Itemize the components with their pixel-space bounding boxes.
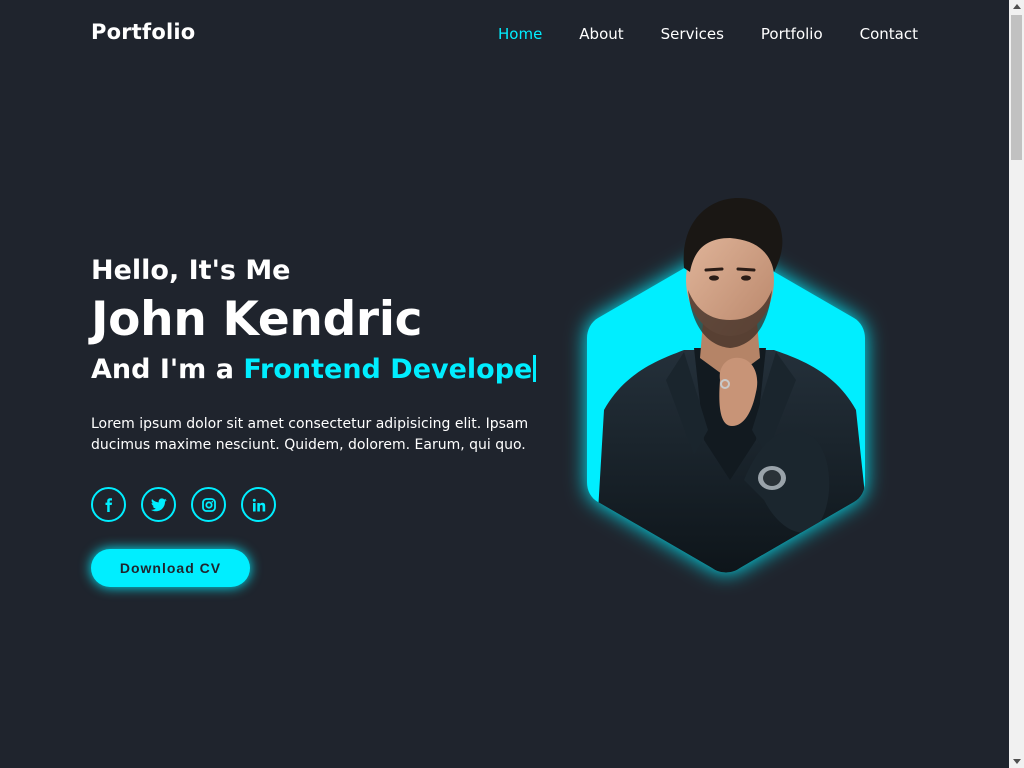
page-scrollbar[interactable] bbox=[1009, 0, 1024, 768]
typing-caret bbox=[533, 355, 537, 382]
hero-role-prefix: And I'm a bbox=[91, 354, 244, 385]
main-nav: Home About Services Portfolio Contact bbox=[461, 25, 918, 43]
nav-link-home[interactable]: Home bbox=[498, 25, 542, 43]
facebook-link[interactable] bbox=[91, 487, 126, 522]
instagram-link[interactable] bbox=[191, 487, 226, 522]
hero-greeting: Hello, It's Me bbox=[91, 255, 291, 286]
scroll-up-arrow-icon[interactable] bbox=[1013, 4, 1021, 9]
linkedin-icon bbox=[252, 498, 265, 511]
hexagon-portrait-graphic bbox=[587, 198, 865, 573]
nav-link-contact[interactable]: Contact bbox=[860, 25, 918, 43]
hero-role-typed: Frontend Develope bbox=[243, 354, 533, 385]
linkedin-link[interactable] bbox=[241, 487, 276, 522]
instagram-icon bbox=[201, 497, 216, 512]
nav-link-services[interactable]: Services bbox=[661, 25, 724, 43]
download-cv-button[interactable]: Download CV bbox=[91, 549, 250, 587]
scroll-down-arrow-icon[interactable] bbox=[1013, 759, 1021, 764]
hero-portrait bbox=[560, 180, 920, 610]
nav-link-portfolio[interactable]: Portfolio bbox=[761, 25, 823, 43]
twitter-link[interactable] bbox=[141, 487, 176, 522]
hero-description: Lorem ipsum dolor sit amet consectetur a… bbox=[91, 416, 529, 453]
twitter-icon bbox=[150, 497, 167, 511]
nav-link-about[interactable]: About bbox=[579, 25, 623, 43]
site-header: Portfolio Home About Services Portfolio … bbox=[0, 0, 1009, 68]
hero-content: Hello, It's Me John Kendric And I'm a Fr… bbox=[91, 252, 561, 456]
hero-role: And I'm a Frontend Develope bbox=[91, 350, 561, 390]
logo[interactable]: Portfolio bbox=[91, 20, 195, 44]
social-links bbox=[91, 487, 291, 522]
facebook-icon bbox=[105, 497, 112, 512]
scrollbar-thumb[interactable] bbox=[1011, 15, 1022, 160]
hero-name: John Kendric bbox=[91, 292, 423, 347]
